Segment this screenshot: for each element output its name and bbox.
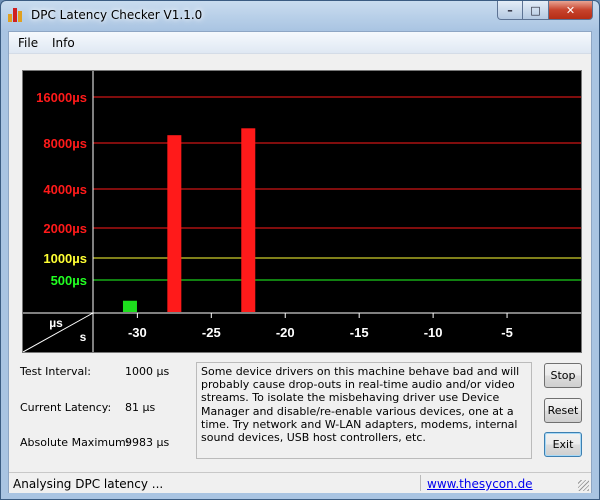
reset-button[interactable]: Reset	[544, 398, 582, 423]
title-bar[interactable]: DPC Latency Checker V1.1.0 – □ ✕	[1, 1, 599, 31]
y-tick-label: 8000µs	[43, 136, 87, 151]
driver-description: Some device drivers on this machine beha…	[196, 362, 532, 459]
x-tick-label: -10	[424, 325, 443, 340]
menu-info[interactable]: Info	[52, 36, 75, 50]
x-tick-label: -30	[128, 325, 147, 340]
exit-button[interactable]: Exit	[544, 432, 582, 457]
client-area: File Info 16000µs 8000µs 4000µs 2000µs 1000µ…	[8, 31, 592, 493]
close-button[interactable]: ✕	[549, 1, 593, 20]
latency-chart: 16000µs 8000µs 4000µs 2000µs 1000µs 500µs µs s -…	[22, 70, 582, 353]
menu-file[interactable]: File	[18, 36, 38, 50]
latency-bar	[122, 300, 137, 312]
absolute-maximum-label: Absolute Maximum:	[20, 436, 130, 449]
window-title: DPC Latency Checker V1.1.0	[31, 8, 203, 22]
latency-bar	[241, 128, 256, 312]
resize-grip[interactable]	[578, 480, 589, 491]
caption-buttons: – □ ✕	[497, 1, 593, 21]
menu-bar: File Info	[9, 32, 591, 54]
absolute-maximum-value: 9983 µs	[125, 436, 170, 449]
x-tick-label: -15	[350, 325, 369, 340]
main-window: DPC Latency Checker V1.1.0 – □ ✕ File In…	[0, 0, 600, 500]
current-latency-value: 81 µs	[125, 401, 156, 414]
y-tick-label: 4000µs	[43, 182, 87, 197]
corner-unit-label: µs	[49, 316, 63, 330]
test-interval-value: 1000 µs	[125, 365, 170, 378]
y-tick-label: 2000µs	[43, 221, 87, 236]
latency-bar	[167, 135, 182, 312]
y-tick-label: 16000µs	[36, 90, 87, 105]
stop-button[interactable]: Stop	[544, 363, 582, 388]
x-tick-label: -25	[202, 325, 221, 340]
y-tick-label: 500µs	[51, 273, 87, 288]
x-tick-label: -20	[276, 325, 295, 340]
x-tick-label: -5	[501, 325, 513, 340]
y-tick-label: 1000µs	[43, 251, 87, 266]
status-text: Analysing DPC latency ...	[13, 477, 164, 491]
current-latency-label: Current Latency:	[20, 401, 112, 414]
test-interval-label: Test Interval:	[20, 365, 91, 378]
website-link[interactable]: www.thesycon.de	[427, 477, 533, 491]
corner-seconds-label: s	[80, 330, 87, 344]
maximize-button[interactable]: □	[523, 1, 549, 20]
status-bar: Analysing DPC latency ... www.thesycon.d…	[9, 472, 591, 493]
latency-chart-svg: 16000µs 8000µs 4000µs 2000µs 1000µs 500µs µs s -…	[23, 71, 581, 352]
bar-chart-icon	[8, 8, 24, 22]
status-separator	[420, 475, 421, 491]
minimize-button[interactable]: –	[497, 1, 523, 20]
